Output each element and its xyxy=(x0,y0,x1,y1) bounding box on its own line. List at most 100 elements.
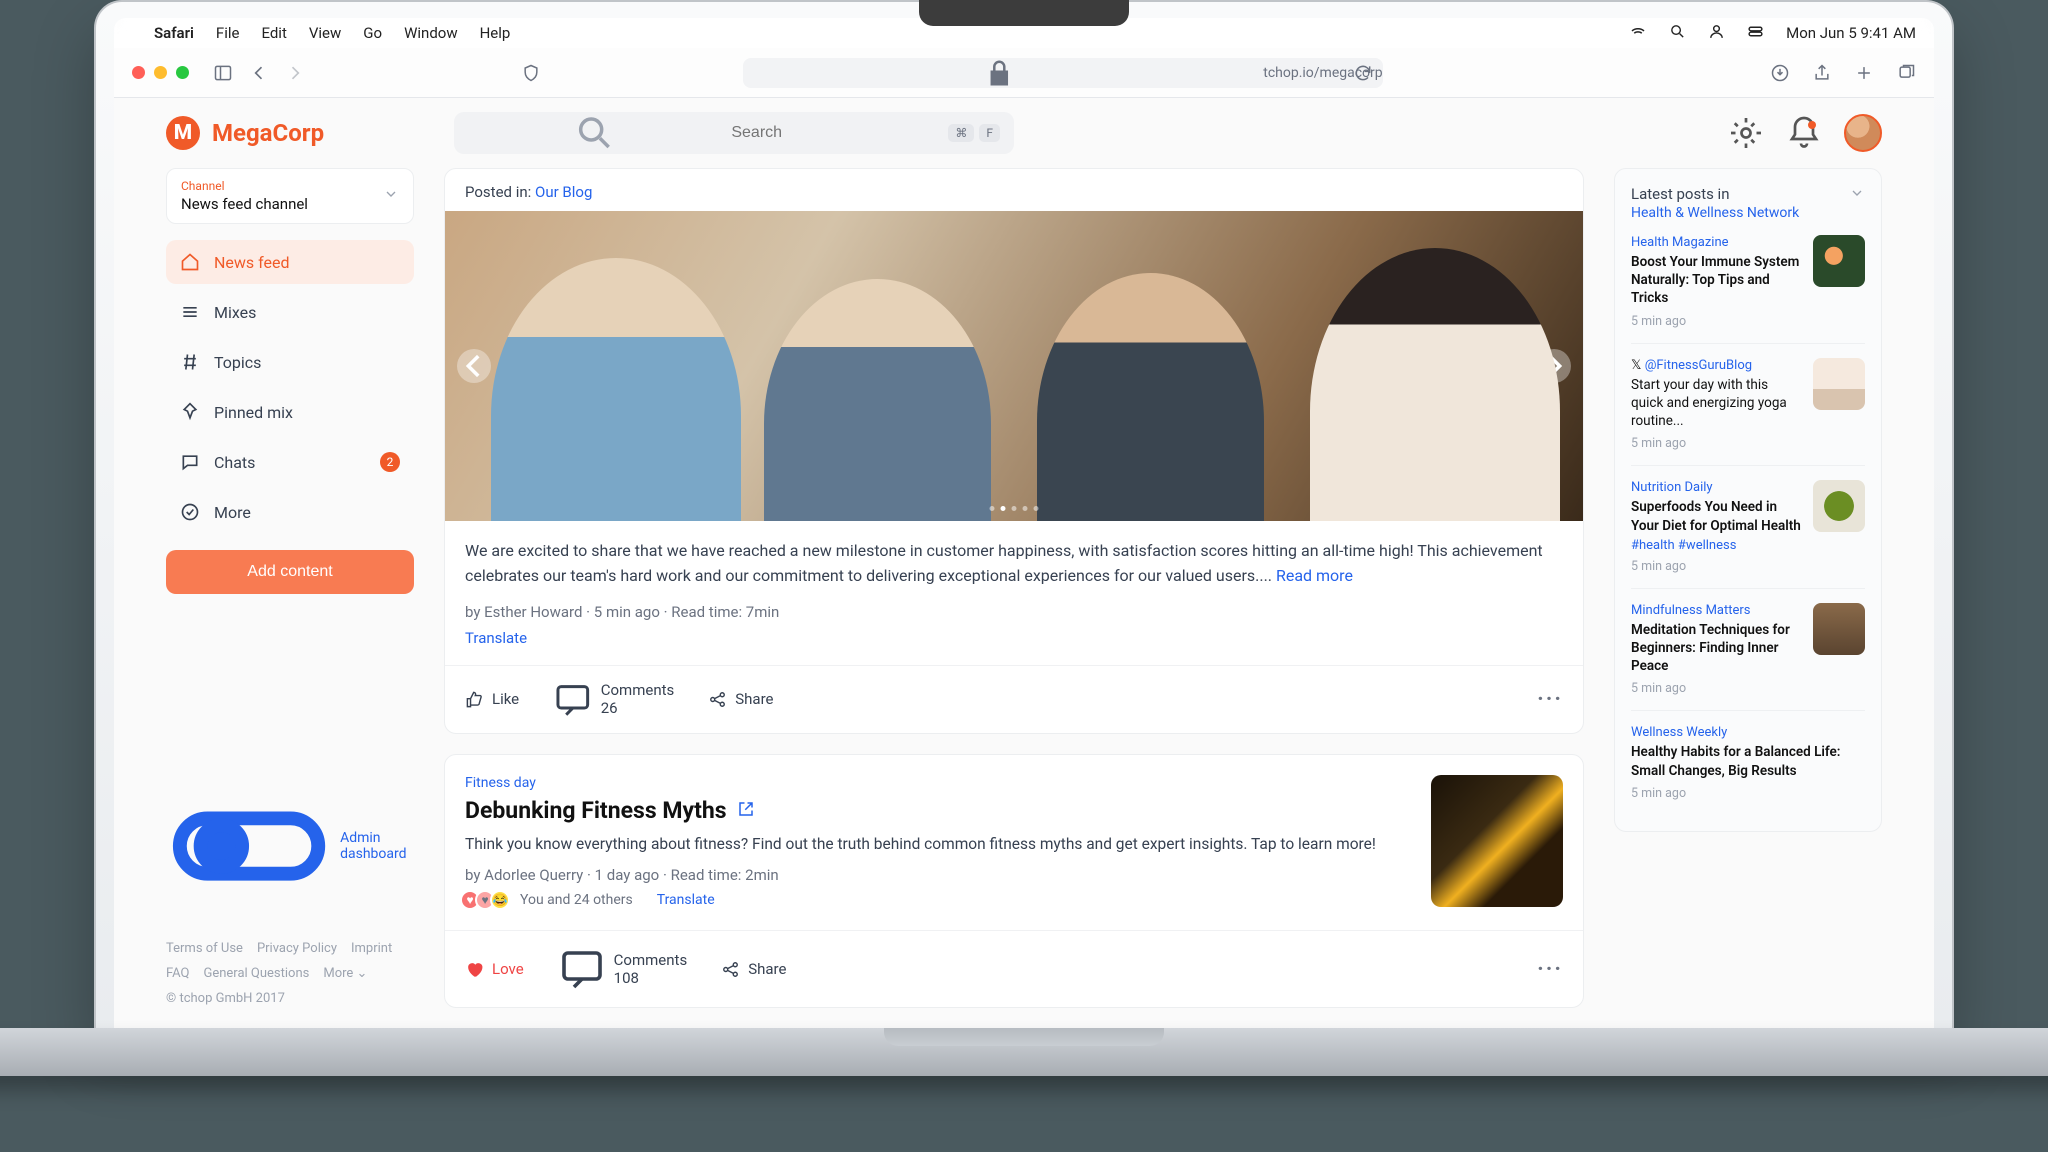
brand-name: MegaCorp xyxy=(212,119,324,147)
post-more-button[interactable]: ··· xyxy=(1537,687,1563,712)
nav-chats[interactable]: Chats 2 xyxy=(166,440,414,484)
share-icon[interactable] xyxy=(1812,63,1832,83)
post-hero-image[interactable] xyxy=(445,211,1583,521)
copyright: © tchop GmbH 2017 xyxy=(166,991,414,1006)
like-button[interactable]: Like xyxy=(465,690,519,709)
rail-subtitle[interactable]: Health & Wellness Network xyxy=(1631,205,1799,221)
rail-post-time: 5 min ago xyxy=(1631,436,1801,451)
footer-link[interactable]: Imprint xyxy=(351,941,392,956)
mac-menu-go[interactable]: Go xyxy=(363,24,382,42)
settings-button[interactable] xyxy=(1728,115,1764,151)
post-text: Think you know everything about fitness?… xyxy=(465,832,1411,856)
search-bar[interactable]: ⌘ F xyxy=(454,112,1014,154)
user-icon[interactable] xyxy=(1708,23,1725,44)
mac-menu-file[interactable]: File xyxy=(216,24,240,42)
right-rail: Latest posts in Health & Wellness Networ… xyxy=(1614,168,1882,1028)
reaction-stack[interactable]: ♥♥😂 xyxy=(465,890,510,910)
rail-post[interactable]: Wellness Weekly Healthy Habits for a Bal… xyxy=(1631,711,1865,814)
rail-post[interactable]: Health Magazine Boost Your Immune System… xyxy=(1631,221,1865,344)
nav-topics[interactable]: Topics xyxy=(166,340,414,384)
search-input[interactable] xyxy=(731,124,938,142)
footer-link[interactable]: Terms of Use xyxy=(166,941,243,956)
post-more-button[interactable]: ··· xyxy=(1537,957,1563,982)
translate-link[interactable]: Translate xyxy=(657,892,715,908)
rail-post[interactable]: @FitnessGuruBlog Start your day with thi… xyxy=(1631,344,1865,467)
footer-link[interactable]: General Questions xyxy=(203,966,309,981)
laptop-notch xyxy=(919,0,1129,26)
rail-post-time: 5 min ago xyxy=(1631,559,1801,574)
channel-selector[interactable]: Channel News feed channel xyxy=(166,168,414,224)
window-minimize-button[interactable] xyxy=(154,66,167,79)
nav-mixes[interactable]: Mixes xyxy=(166,290,414,334)
privacy-report-icon[interactable] xyxy=(521,63,541,83)
home-icon xyxy=(180,252,200,272)
safari-toolbar: tchop.io/megacorp xyxy=(114,48,1934,98)
downloads-icon[interactable] xyxy=(1770,63,1790,83)
channel-name: News feed channel xyxy=(181,195,308,213)
rail-post-thumb xyxy=(1813,603,1865,655)
footer-link[interactable]: FAQ xyxy=(166,966,189,981)
share-button[interactable]: Share xyxy=(708,690,773,709)
rail-post-title: Meditation Techniques for Beginners: Fin… xyxy=(1631,621,1801,676)
reactions-summary[interactable]: You and 24 others xyxy=(520,892,633,908)
love-button[interactable]: Love xyxy=(465,960,524,979)
footer-link[interactable]: More ⌄ xyxy=(323,966,367,981)
notifications-button[interactable] xyxy=(1786,115,1822,151)
post-title[interactable]: Debunking Fitness Myths xyxy=(465,797,1411,824)
window-close-button[interactable] xyxy=(132,66,145,79)
address-bar[interactable]: tchop.io/megacorp xyxy=(743,58,1383,88)
mac-menu-help[interactable]: Help xyxy=(480,24,511,42)
back-button[interactable] xyxy=(249,63,269,83)
rail-post[interactable]: Mindfulness Matters Meditation Technique… xyxy=(1631,589,1865,712)
user-avatar[interactable] xyxy=(1844,114,1882,152)
mac-menu-edit[interactable]: Edit xyxy=(261,24,286,42)
rail-post-time: 5 min ago xyxy=(1631,314,1801,329)
rail-post-source: Wellness Weekly xyxy=(1631,725,1865,740)
post-meta: by Adorlee Querry · 1 day ago · Read tim… xyxy=(465,866,1411,884)
new-tab-icon[interactable] xyxy=(1854,63,1874,83)
posted-in-link[interactable]: Our Blog xyxy=(535,183,592,201)
tabs-icon[interactable] xyxy=(1896,63,1916,83)
mixes-icon xyxy=(180,302,200,322)
comments-button[interactable]: Comments 26 xyxy=(553,680,674,720)
nav-more[interactable]: More xyxy=(166,490,414,534)
search-shortcut: ⌘ F xyxy=(948,124,1000,142)
toggle-icon xyxy=(166,763,332,929)
rail-post-time: 5 min ago xyxy=(1631,786,1865,801)
brand-logo[interactable]: M MegaCorp xyxy=(166,116,426,150)
mac-menu-window[interactable]: Window xyxy=(404,24,458,42)
rail-post[interactable]: Nutrition Daily Superfoods You Need in Y… xyxy=(1631,466,1865,588)
rail-post-title: Start your day with this quick and energ… xyxy=(1631,376,1801,431)
mac-app-name[interactable]: Safari xyxy=(154,24,194,42)
share-icon xyxy=(721,960,740,979)
comments-button[interactable]: Comments 108 xyxy=(558,945,688,993)
carousel-dots[interactable] xyxy=(990,506,1039,511)
control-center-icon[interactable] xyxy=(1747,23,1764,44)
window-zoom-button[interactable] xyxy=(176,66,189,79)
add-content-button[interactable]: Add content xyxy=(166,550,414,594)
sidebar-toggle-icon[interactable] xyxy=(213,63,233,83)
post-card: Fitness day Debunking Fitness Myths Thin… xyxy=(444,754,1584,1008)
channel-label: Channel xyxy=(181,179,308,193)
post-category[interactable]: Fitness day xyxy=(465,775,1411,791)
rail-post-title: Superfoods You Need in Your Diet for Opt… xyxy=(1631,498,1801,534)
mac-clock[interactable]: Mon Jun 5 9:41 AM xyxy=(1786,24,1916,42)
chevron-down-icon[interactable] xyxy=(1849,185,1865,205)
post-card: Posted in: Our Blog We are excited to sh xyxy=(444,168,1584,734)
sidebar: Channel News feed channel News feed xyxy=(166,168,414,1028)
forward-button[interactable] xyxy=(285,63,305,83)
nav-pinned[interactable]: Pinned mix xyxy=(166,390,414,434)
post-text: We are excited to share that we have rea… xyxy=(465,541,1543,585)
post-thumbnail[interactable] xyxy=(1431,775,1563,907)
wifi-icon[interactable] xyxy=(1629,22,1647,44)
translate-link[interactable]: Translate xyxy=(465,629,527,647)
mac-menu-view[interactable]: View xyxy=(309,24,341,42)
spotlight-icon[interactable] xyxy=(1669,23,1686,44)
admin-dashboard-link[interactable]: Admin dashboard xyxy=(166,763,414,929)
footer-link[interactable]: Privacy Policy xyxy=(257,941,337,956)
nav-newsfeed[interactable]: News feed xyxy=(166,240,414,284)
brand-mark-icon: M xyxy=(166,116,200,150)
share-button[interactable]: Share xyxy=(721,960,786,979)
reload-icon[interactable] xyxy=(1353,63,1373,83)
read-more-link[interactable]: Read more xyxy=(1276,566,1353,585)
